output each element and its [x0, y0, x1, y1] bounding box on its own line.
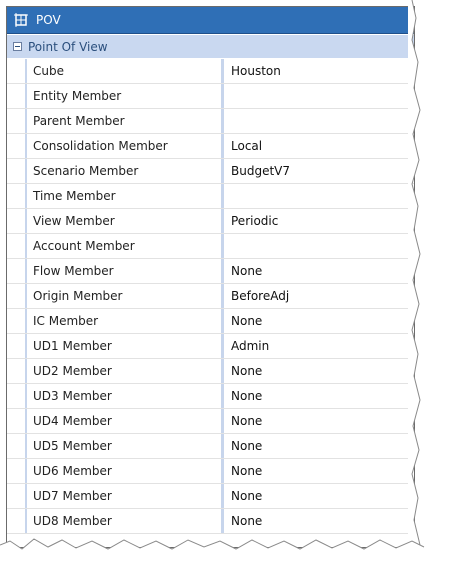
property-label: View Member	[27, 209, 224, 233]
row-gutter	[7, 309, 27, 333]
property-value[interactable]: None	[224, 509, 414, 533]
property-row[interactable]: UD8 Member None	[7, 509, 414, 534]
property-label: Account Member	[27, 234, 224, 258]
property-value[interactable]: Periodic	[224, 209, 414, 233]
property-row[interactable]: UD4 Member None	[7, 409, 414, 434]
property-row[interactable]: Flow Member None	[7, 259, 414, 284]
property-value[interactable]	[224, 184, 414, 208]
property-value[interactable]: None	[224, 484, 414, 508]
property-value[interactable]	[224, 109, 414, 133]
property-row[interactable]: Parent Member	[7, 109, 414, 134]
property-row[interactable]: Time Member	[7, 184, 414, 209]
row-gutter	[7, 434, 27, 458]
property-value[interactable]: None	[224, 409, 414, 433]
row-gutter	[7, 84, 27, 108]
pov-titlebar: POV	[7, 7, 414, 34]
property-label: Origin Member	[27, 284, 224, 308]
torn-edge-bottom	[0, 538, 452, 581]
property-value[interactable]	[224, 84, 414, 108]
property-row[interactable]: UD2 Member None	[7, 359, 414, 384]
row-gutter	[7, 384, 27, 408]
property-label: IC Member	[27, 309, 224, 333]
property-label: Parent Member	[27, 109, 224, 133]
property-row[interactable]: UD6 Member None	[7, 459, 414, 484]
row-gutter	[7, 409, 27, 433]
property-row[interactable]: Scenario Member BudgetV7	[7, 159, 414, 184]
panel-title: POV	[36, 13, 61, 27]
property-value[interactable]: None	[224, 384, 414, 408]
row-gutter	[7, 159, 27, 183]
property-value[interactable]: None	[224, 259, 414, 283]
section-label: Point Of View	[28, 39, 108, 54]
torn-edge-right	[408, 0, 421, 560]
row-gutter	[7, 334, 27, 358]
property-value[interactable]: Local	[224, 134, 414, 158]
property-row[interactable]: UD1 Member Admin	[7, 334, 414, 359]
property-value[interactable]: BeforeAdj	[224, 284, 414, 308]
property-label: UD2 Member	[27, 359, 224, 383]
property-label: Consolidation Member	[27, 134, 224, 158]
property-label: UD4 Member	[27, 409, 224, 433]
property-value[interactable]: BudgetV7	[224, 159, 414, 183]
property-value[interactable]: None	[224, 434, 414, 458]
property-label: UD5 Member	[27, 434, 224, 458]
row-gutter	[7, 359, 27, 383]
row-gutter	[7, 259, 27, 283]
property-label: Cube	[27, 59, 224, 83]
property-row[interactable]: View Member Periodic	[7, 209, 414, 234]
property-label: Entity Member	[27, 84, 224, 108]
property-value[interactable]: None	[224, 309, 414, 333]
property-value[interactable]: Houston	[224, 59, 414, 83]
property-value[interactable]: None	[224, 359, 414, 383]
property-row[interactable]: Consolidation Member Local	[7, 134, 414, 159]
row-gutter	[7, 234, 27, 258]
property-label: UD1 Member	[27, 334, 224, 358]
property-label: UD3 Member	[27, 384, 224, 408]
collapse-toggle-icon[interactable]	[13, 42, 22, 51]
property-row[interactable]: Account Member	[7, 234, 414, 259]
property-row[interactable]: Origin Member BeforeAdj	[7, 284, 414, 309]
row-gutter	[7, 484, 27, 508]
pov-grid-icon	[14, 13, 28, 27]
row-gutter	[7, 134, 27, 158]
property-value[interactable]: Admin	[224, 334, 414, 358]
row-gutter	[7, 184, 27, 208]
property-row[interactable]: UD7 Member None	[7, 484, 414, 509]
property-row[interactable]: Cube Houston	[7, 59, 414, 84]
property-label: UD7 Member	[27, 484, 224, 508]
row-gutter	[7, 509, 27, 533]
property-row[interactable]: UD3 Member None	[7, 384, 414, 409]
property-row[interactable]: Entity Member	[7, 84, 414, 109]
property-label: UD8 Member	[27, 509, 224, 533]
property-grid: Cube Houston Entity Member Parent Member Con…	[7, 59, 414, 534]
row-gutter	[7, 459, 27, 483]
property-label: UD6 Member	[27, 459, 224, 483]
property-label: Scenario Member	[27, 159, 224, 183]
property-label: Time Member	[27, 184, 224, 208]
row-gutter	[7, 284, 27, 308]
property-label: Flow Member	[27, 259, 224, 283]
property-value[interactable]	[224, 234, 414, 258]
property-value[interactable]: None	[224, 459, 414, 483]
property-row[interactable]: UD5 Member None	[7, 434, 414, 459]
row-gutter	[7, 109, 27, 133]
property-row[interactable]: IC Member None	[7, 309, 414, 334]
section-point-of-view[interactable]: Point Of View	[7, 35, 414, 58]
pov-panel: POV Point Of View Cube Houston Entity Memb…	[6, 6, 415, 548]
row-gutter	[7, 59, 27, 83]
row-gutter	[7, 209, 27, 233]
